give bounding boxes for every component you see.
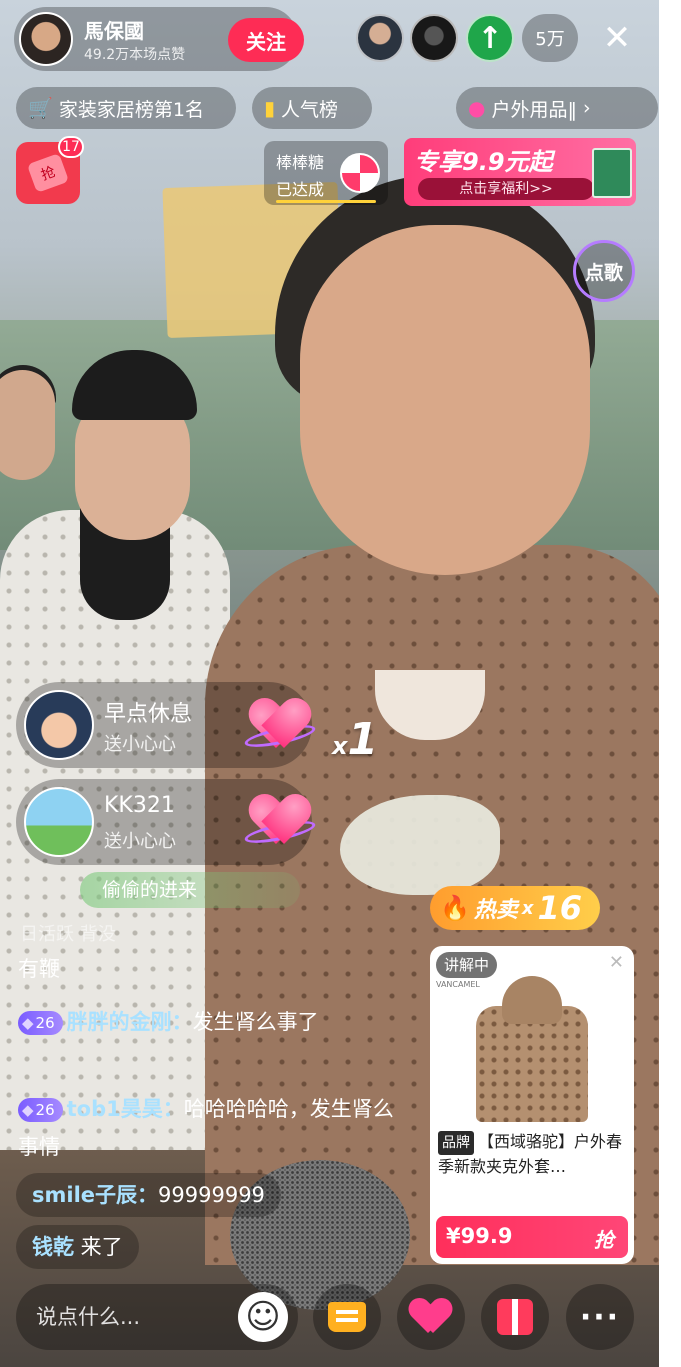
chevron-right-icon: › [582, 97, 591, 119]
hot-sale-prefix: x [521, 897, 534, 919]
viewer-count[interactable]: 5万 [522, 14, 578, 62]
gift-user-avatar[interactable] [24, 787, 94, 857]
like-icon [411, 1299, 451, 1335]
more-button[interactable]: ··· [566, 1284, 634, 1350]
viewer-avatar-2[interactable] [410, 14, 458, 62]
candy-progress-bar [276, 200, 376, 203]
combo-value: 1 [347, 714, 379, 765]
product-image[interactable] [460, 976, 604, 1122]
cart-icon: 🛒 [28, 96, 53, 120]
comment-input[interactable] [36, 1294, 236, 1340]
candy-task[interactable]: 棒棒糖 已达成 [264, 141, 388, 205]
promo-headline: 专享9.9元起 [414, 148, 553, 176]
rank-label: 家装家居榜第1名 [58, 98, 204, 121]
candy-task-status: 已达成 [276, 180, 325, 199]
hot-sale-badge: 🔥 热卖 x 16 [430, 886, 600, 930]
category-chip[interactable]: ● 户外用品‖ › [456, 87, 658, 129]
chat-message-faded: 日活跃 背没 [20, 924, 116, 945]
emoji-icon[interactable]: ☺ [238, 1292, 288, 1342]
viewer-avatar-3[interactable]: ↑ [466, 14, 514, 62]
gift-user-name: 早点休息 [104, 702, 193, 727]
chat-username[interactable]: smile子辰： [32, 1183, 158, 1207]
cap [72, 350, 197, 420]
shop-cart-button[interactable] [313, 1284, 381, 1350]
chat-username[interactable]: tob1昊昊： [67, 1097, 184, 1121]
heart-gift-icon [243, 796, 317, 848]
red-envelope-badge: 17 [58, 136, 84, 158]
comment-box[interactable]: ☺ [16, 1284, 298, 1350]
chat-message: smile子辰：99999999 [16, 1173, 281, 1217]
close-icon[interactable]: ✕ [597, 18, 637, 58]
enter-notice: 偷偷的进来 [80, 872, 300, 908]
anchor-info[interactable]: 馬保國 49.2万本场点赞 关注 [14, 7, 304, 71]
popularity-chip[interactable]: ▮ 人气榜 [252, 87, 372, 129]
screen-edge [659, 0, 681, 1367]
level-badge: 26 [18, 1011, 63, 1035]
chat-message: 钱乾 来了 [16, 1225, 139, 1269]
viewer-avatar-1[interactable] [356, 14, 404, 62]
rank-chip[interactable]: 🛒 家装家居榜第1名 [16, 87, 236, 129]
product-brandmark: VANCAMEL [436, 980, 480, 989]
popularity-label: 人气榜 [281, 98, 339, 121]
gift-action: 送小心心 [104, 734, 176, 755]
explaining-tag: 讲解中 [436, 952, 498, 978]
red-envelope-seal: 抢 [26, 153, 70, 193]
chat-message: 26tob1昊昊：哈哈哈哈哈，发生肾么事情 [18, 1090, 414, 1166]
product-box-icon [592, 148, 632, 198]
like-button[interactable] [397, 1284, 465, 1350]
anchor-name: 馬保國 [84, 19, 144, 43]
song-request-button[interactable]: 点歌 [573, 240, 635, 302]
gift-combo: x1 [332, 714, 378, 765]
up-arrow-icon: ↑ [477, 20, 503, 56]
level-badge: 26 [18, 1098, 63, 1122]
gift-button[interactable] [481, 1284, 549, 1350]
cart-icon [328, 1302, 366, 1332]
chat-message: 有鞭 [18, 957, 60, 981]
chat-message: 26胖胖的金刚：发生肾么事了 [18, 1003, 319, 1041]
gift-user-avatar[interactable] [24, 690, 94, 760]
product-title: 品牌 【西域骆驼】户外春季新款夹克外套… [438, 1130, 628, 1178]
chat-username[interactable]: 钱乾 [32, 1235, 74, 1259]
category-label: 户外用品‖ [491, 98, 577, 121]
red-envelope[interactable]: 抢 17 [16, 136, 84, 204]
candy-task-name: 棒棒糖 [276, 153, 325, 172]
follow-button[interactable]: 关注 [228, 18, 304, 62]
close-icon[interactable]: ✕ [609, 952, 624, 973]
product-price: ¥99.9 [446, 1224, 513, 1248]
gift-action: 送小心心 [104, 831, 176, 852]
hot-sale-label: 热卖 [473, 898, 518, 923]
heart-ring [243, 720, 317, 752]
lollipop-icon [340, 153, 380, 193]
host-face [300, 225, 590, 575]
heart-ring [243, 816, 317, 848]
more-icon: ··· [579, 1299, 621, 1335]
chat-text: 来了 [74, 1235, 123, 1259]
badge-icon: ● [468, 96, 486, 120]
anchor-likes: 49.2万本场点赞 [84, 47, 186, 63]
flame-icon: 🔥 [440, 894, 470, 922]
chat-text: 99999999 [158, 1183, 265, 1207]
gift-icon [497, 1299, 533, 1335]
heart-gift-icon [243, 700, 317, 752]
product-card[interactable]: 讲解中 VANCAMEL ✕ 品牌 【西域骆驼】户外春季新款夹克外套… ¥99.9… [430, 946, 634, 1264]
grab-label: 抢 [594, 1228, 614, 1252]
anchor-avatar[interactable] [19, 12, 73, 66]
brand-badge: 品牌 [438, 1131, 474, 1155]
jacket-hood [502, 976, 562, 1024]
gift-user-name: KK321 [104, 793, 175, 818]
promo-cta: 点击享福利>> [418, 178, 594, 200]
chat-text: 发生肾么事了 [192, 1010, 319, 1034]
promo-banner[interactable]: 专享9.9元起 点击享福利>> [404, 138, 636, 206]
buy-button[interactable]: ¥99.9 抢 [436, 1216, 628, 1258]
chat-username[interactable]: 胖胖的金刚： [67, 1010, 193, 1034]
bar-chart-icon: ▮ [264, 96, 276, 120]
hot-sale-count: 16 [537, 889, 583, 927]
combo-prefix: x [332, 732, 348, 760]
